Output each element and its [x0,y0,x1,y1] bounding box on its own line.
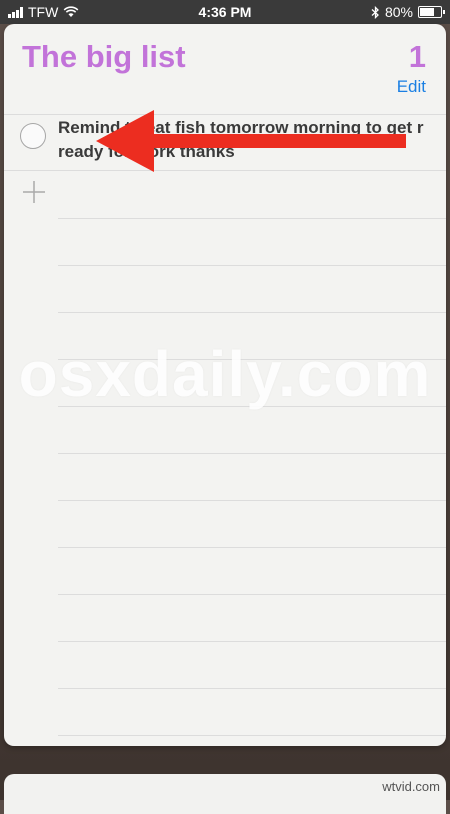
site-watermark: wtvid.com [382,779,440,794]
watermark-text: osxdaily.com [18,338,432,410]
next-list-card[interactable] [4,774,446,814]
